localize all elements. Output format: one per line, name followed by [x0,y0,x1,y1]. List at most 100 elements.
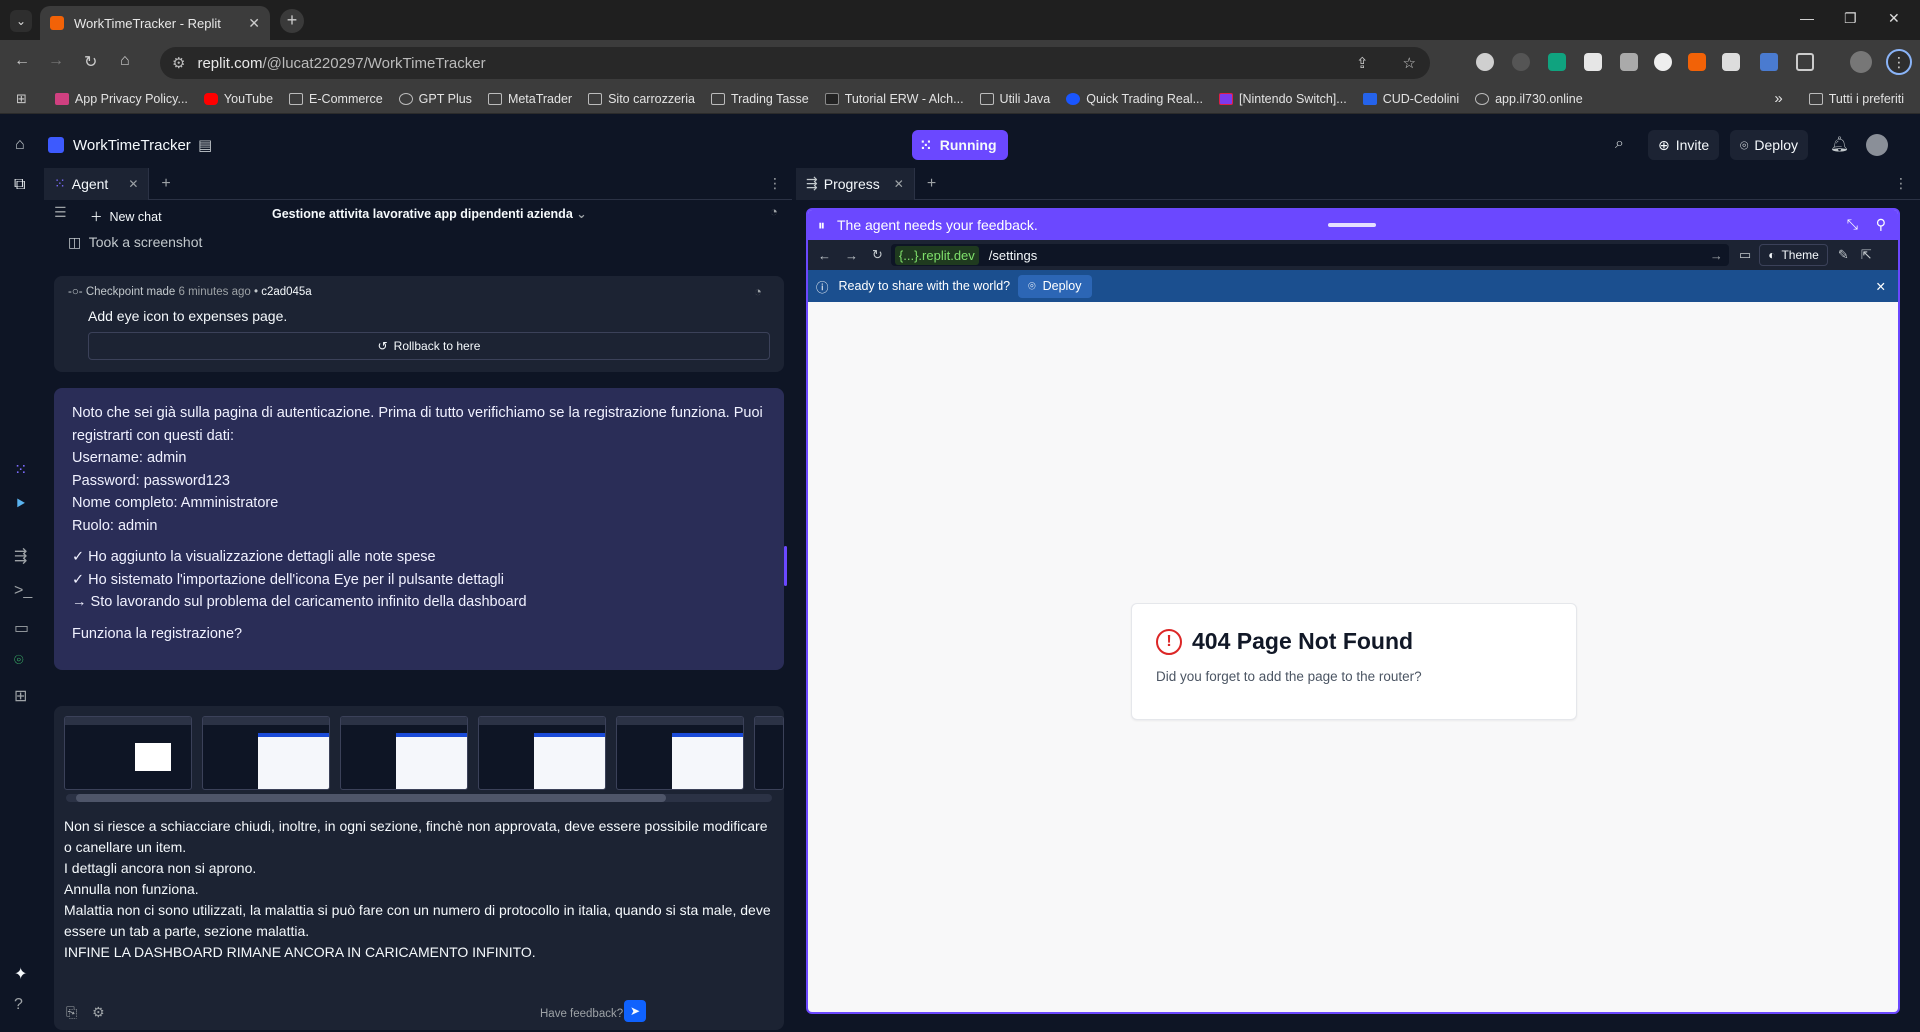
chat-list-icon[interactable]: ☰ [54,204,67,221]
extension-icon[interactable] [1688,53,1706,71]
send-button[interactable]: ➤ [624,1000,646,1022]
go-arrow-icon[interactable]: → [1710,248,1723,263]
ai-sparkle-icon[interactable]: ✦ [14,964,27,984]
bookmarks-overflow-icon[interactable]: » [1774,90,1782,107]
close-tab-icon[interactable]: ✕ [248,15,260,32]
devices-icon[interactable]: ▭ [1739,247,1751,263]
user-avatar[interactable] [1866,134,1888,156]
close-tab-icon[interactable]: ✕ [894,177,904,191]
extension-icon[interactable] [1476,53,1494,71]
webview-url-input[interactable]: {...}.replit.dev /settings → [890,244,1729,266]
bookmark-item[interactable]: Quick Trading Real... [1066,92,1203,106]
notifications-bell-icon[interactable]: 🔔︎ [1830,135,1849,153]
extensions-puzzle-icon[interactable] [1796,53,1814,71]
extension-icon[interactable] [1548,53,1566,71]
close-banner-icon[interactable]: ✕ [1876,279,1886,294]
settings-icon[interactable]: ⚙ [92,1002,105,1023]
pin-icon[interactable]: ⚲ [1876,216,1886,233]
screenshot-thumbnail[interactable] [616,716,744,790]
assistant-icon[interactable]: ⯈ [14,496,27,514]
close-window-icon[interactable]: ✕ [1888,10,1900,27]
thumbnails-scrollbar[interactable] [66,794,772,802]
attach-icon[interactable]: ⎘ [66,1002,77,1023]
reload-icon[interactable]: ↻ [84,52,97,72]
collapse-icon[interactable]: ⤡ [1847,216,1858,233]
extension-icon[interactable] [1584,53,1602,71]
browser-menu-icon[interactable]: ⋮ [1886,49,1912,75]
tab-search-icon[interactable]: ⌄ [10,10,32,32]
project-menu-icon[interactable]: ▤ [198,136,212,154]
scroll-indicator[interactable] [784,546,787,586]
run-button[interactable]: ⁙ Running [912,130,1008,160]
shell-icon[interactable]: >_ [14,582,32,600]
screenshot-thumbnail[interactable] [478,716,606,790]
bookmark-star-icon[interactable]: ☆ [1403,54,1416,72]
deploy-button[interactable]: ⌾ Deploy [1730,130,1808,160]
minimize-icon[interactable]: — [1800,10,1814,26]
drag-handle[interactable] [1328,223,1376,227]
restore-icon[interactable]: ❐ [1844,10,1857,27]
theme-button[interactable]: ◐ Theme [1759,244,1828,266]
new-tab-button[interactable]: + [280,9,304,33]
screenshot-thumbnail[interactable] [64,716,192,790]
bookmark-item[interactable]: Tutorial ERW - Alch... [824,92,964,106]
pause-icon[interactable]: ⏸︎ [818,217,825,234]
back-icon[interactable]: ← [14,52,30,70]
new-tab-icon[interactable]: + [927,175,936,193]
bookmark-folder[interactable]: Sito carrozzeria [588,92,695,106]
panel-menu-icon[interactable]: ⋮ [1894,175,1908,192]
screenshot-thumbnail[interactable] [754,716,784,790]
progress-icon[interactable]: ⇶ [14,546,27,566]
screenshot-thumbnail[interactable] [202,716,330,790]
extension-icon[interactable] [1760,53,1778,71]
deployments-icon[interactable]: ⌾ [14,652,24,670]
forward-icon[interactable]: → [845,248,858,263]
profile-avatar[interactable] [1850,51,1872,73]
all-tools-icon[interactable]: ⊞ [14,686,27,706]
help-icon[interactable]: ? [14,996,23,1014]
extension-icon[interactable] [1722,53,1740,71]
extension-icon[interactable] [1654,53,1672,71]
camera-extension-icon[interactable] [1620,53,1638,71]
panel-menu-icon[interactable]: ⋮ [768,175,782,192]
files-icon[interactable]: ⧉ [14,176,25,194]
preview-icon[interactable]: ▭ [14,618,29,638]
bookmark-folder[interactable]: Utili Java [979,92,1050,106]
tab-agent[interactable]: ⁙ Agent ✕ [44,167,150,200]
site-info-icon[interactable]: ⚙ [172,54,185,72]
address-bar[interactable]: ⚙ replit.com /@lucat220297/WorkTimeTrack… [160,47,1430,79]
project-name[interactable]: WorkTimeTracker [73,137,191,154]
speed-mode-icon[interactable]: ◔ [770,204,778,219]
home-icon[interactable]: ⌂ [120,52,130,70]
install-app-icon[interactable]: ⇪ [1356,54,1369,72]
close-tab-icon[interactable]: ✕ [128,177,138,191]
chat-input[interactable]: Non si riesce a schiacciare chiudi, inol… [54,806,784,1030]
bookmark-folder[interactable]: E-Commerce [289,92,383,106]
new-chat-button[interactable]: ＋ New chat [90,206,162,225]
reload-icon[interactable]: ↻ [872,247,883,263]
invite-button[interactable]: ⊕ Invite [1648,130,1720,160]
banner-deploy-button[interactable]: ⌾ Deploy [1018,274,1092,298]
bookmark-item[interactable]: GPT Plus [398,92,472,106]
devtools-icon[interactable]: ✎ [1838,247,1849,263]
home-icon[interactable]: ⌂ [15,136,25,154]
search-icon[interactable]: ⌕ [1615,135,1624,153]
browser-tab[interactable]: WorkTimeTracker - Replit ✕ [40,6,270,40]
bookmark-item[interactable]: CUD-Cedolini [1362,92,1459,106]
forward-icon[interactable]: → [48,52,64,70]
bookmark-item[interactable]: app.il730.online [1475,92,1583,106]
bookmark-folder[interactable]: MetaTrader [487,92,572,106]
back-icon[interactable]: ← [818,248,831,263]
chat-title[interactable]: Gestione attivita lavorative app dipende… [272,206,587,221]
feedback-link[interactable]: Have feedback? [540,1004,623,1025]
bookmark-folder[interactable]: Trading Tasse [710,92,809,106]
rollback-button[interactable]: ↺ Rollback to here [88,332,770,360]
all-bookmarks-folder[interactable]: Tutti i preferiti [1808,92,1904,106]
bookmark-item[interactable]: App Privacy Policy... [54,92,188,106]
new-tab-icon[interactable]: + [161,175,170,193]
agent-icon[interactable]: ⁙ [14,460,27,480]
open-new-tab-icon[interactable]: ⇱ [1861,247,1872,263]
screenshot-thumbnail[interactable] [340,716,468,790]
tab-progress[interactable]: ⇶ Progress ✕ [796,167,915,200]
bookmark-item[interactable]: YouTube [203,92,273,106]
